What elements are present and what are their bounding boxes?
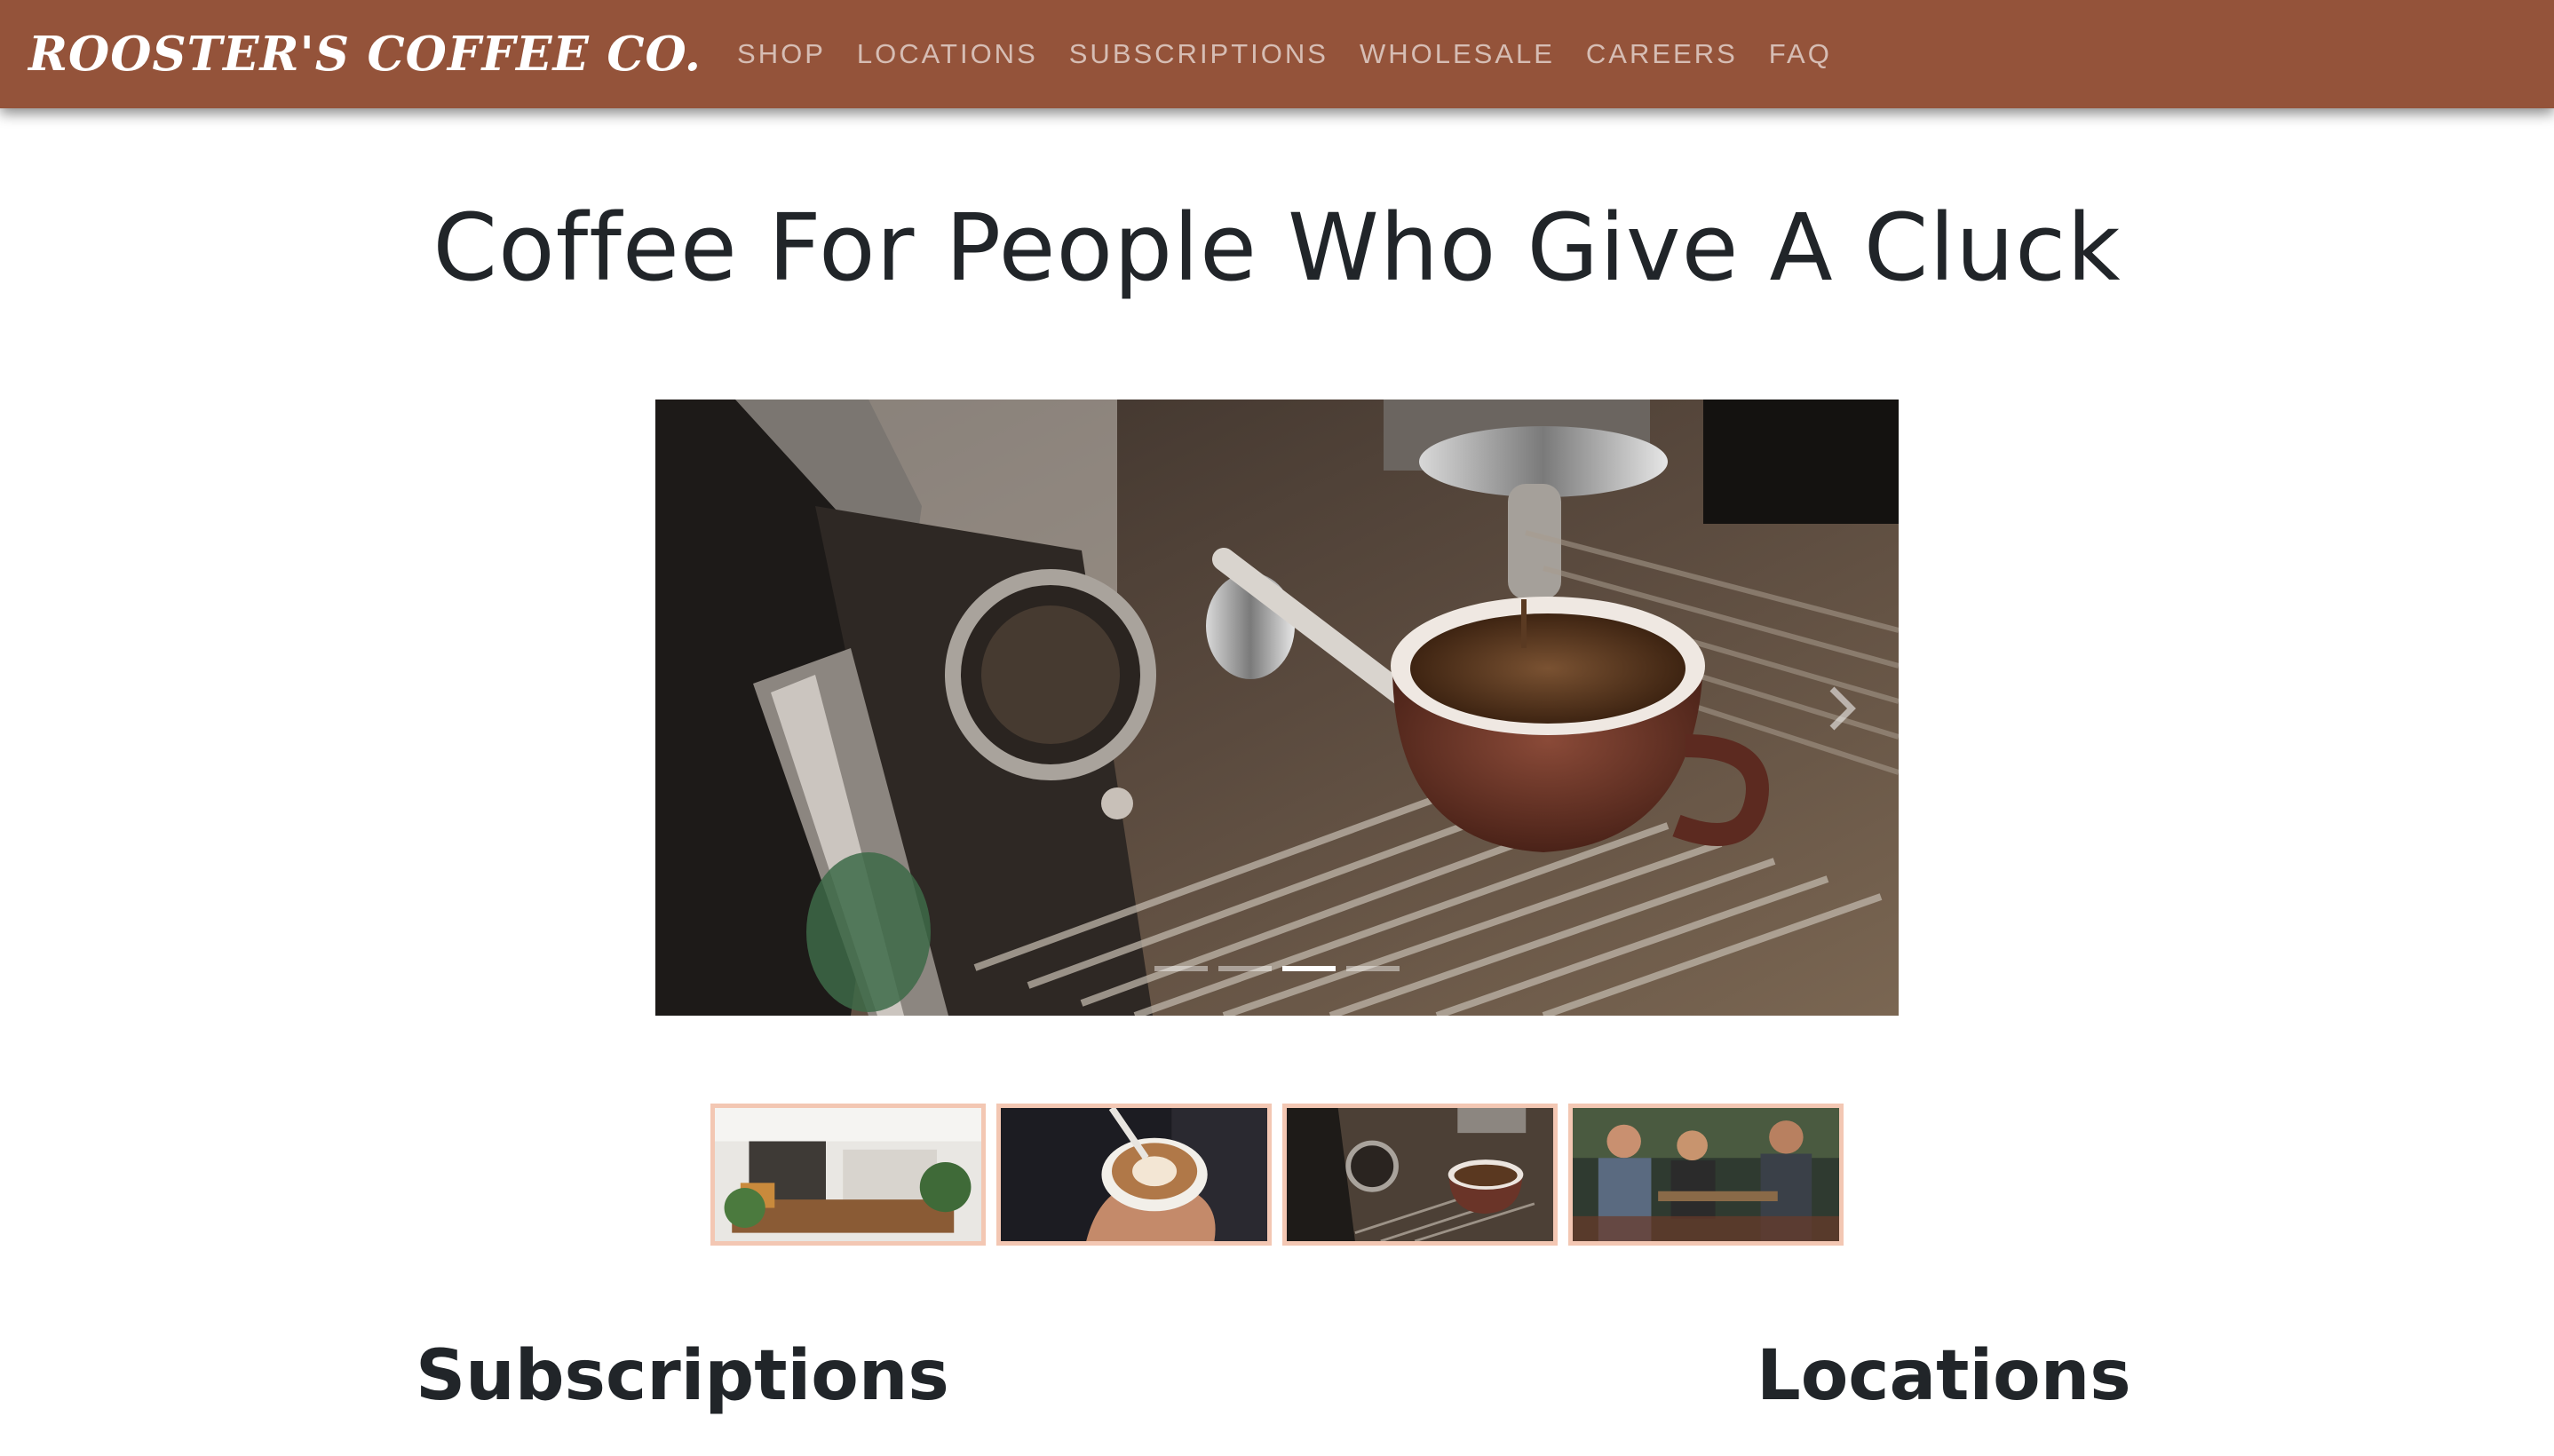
carousel-thumbnails <box>710 1104 1844 1246</box>
nav-link-wholesale[interactable]: WHOLESALE <box>1360 38 1555 70</box>
hero-carousel[interactable] <box>655 400 1899 1016</box>
nav-link-shop[interactable]: SHOP <box>737 38 826 70</box>
carousel-indicator-1[interactable] <box>1154 966 1208 971</box>
chevron-right-icon <box>1829 686 1856 731</box>
nav-link-careers[interactable]: CAREERS <box>1586 38 1738 70</box>
nav-link-subscriptions[interactable]: SUBSCRIPTIONS <box>1069 38 1329 70</box>
carousel-next-button[interactable] <box>1806 666 1877 751</box>
top-navbar: ROOSTER'S COFFEE CO. SHOP LOCATIONS SUBS… <box>0 0 2554 108</box>
subscriptions-heading: Subscriptions <box>416 1336 949 1416</box>
carousel-indicator-3[interactable] <box>1282 966 1336 971</box>
thumbnail-cafe-interior[interactable] <box>710 1104 986 1246</box>
carousel-indicator-4[interactable] <box>1346 966 1400 971</box>
nav-link-faq[interactable]: FAQ <box>1769 38 1832 70</box>
thumbnail-people-at-table[interactable] <box>1568 1104 1844 1246</box>
hero-headline: Coffee For People Who Give A Cluck <box>432 194 2122 302</box>
brand-logo-link[interactable]: ROOSTER'S COFFEE CO. <box>28 27 702 82</box>
espresso-machine-photo <box>655 400 1899 1016</box>
nav-link-locations[interactable]: LOCATIONS <box>857 38 1038 70</box>
thumbnail-latte-art[interactable] <box>996 1104 1272 1246</box>
locations-heading: Locations <box>1757 1336 2131 1416</box>
carousel-indicator-2[interactable] <box>1218 966 1272 971</box>
nav-links: SHOP LOCATIONS SUBSCRIPTIONS WHOLESALE C… <box>737 38 1863 70</box>
thumbnail-espresso-machine[interactable] <box>1282 1104 1558 1246</box>
carousel-indicators <box>655 966 1899 971</box>
